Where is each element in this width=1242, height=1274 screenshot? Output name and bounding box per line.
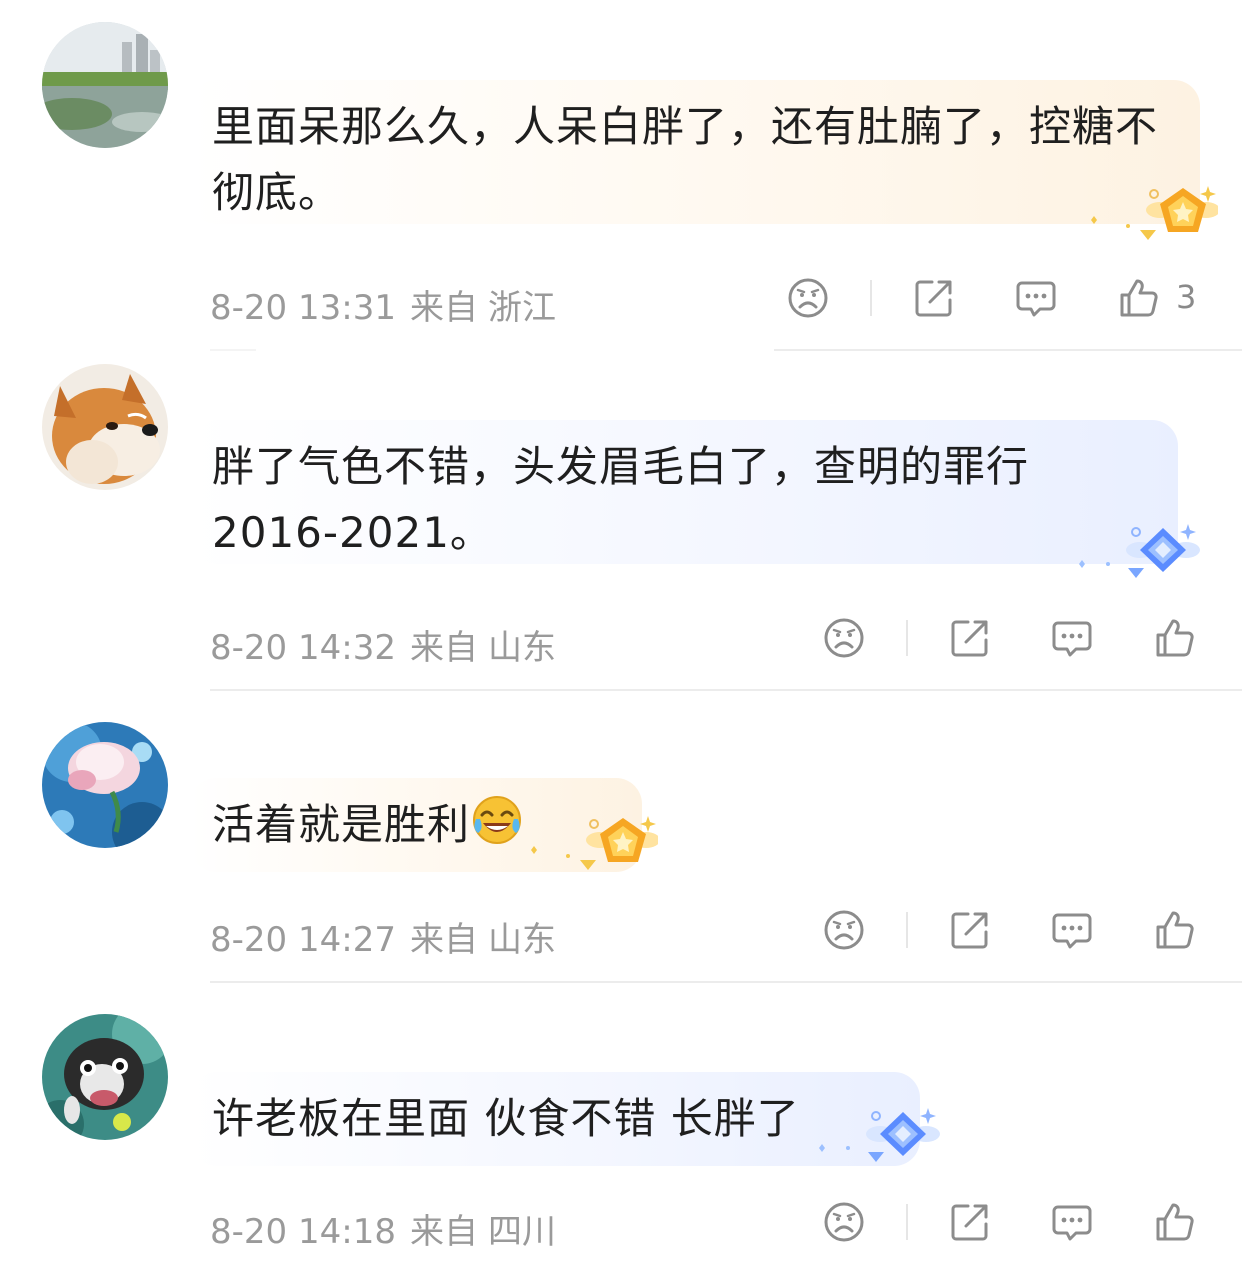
avatar[interactable] bbox=[42, 364, 168, 490]
reply-button[interactable] bbox=[1050, 908, 1094, 952]
reply-button[interactable] bbox=[1050, 1200, 1094, 1244]
share-icon bbox=[951, 620, 988, 657]
like-button[interactable] bbox=[1152, 908, 1196, 952]
like-count: 3 bbox=[1176, 278, 1197, 316]
comment-icon bbox=[1052, 621, 1092, 657]
action-separator bbox=[906, 1204, 908, 1240]
comment-bubble: 胖了气色不错，头发眉毛白了，查明的罪行2016-2021。 bbox=[190, 420, 1178, 564]
comment-item: 里面呆那么久，人呆白胖了，还有肚腩了，控糖不彻底。 8-20 13:31 来自 浙江 bbox=[0, 0, 1242, 352]
avatar[interactable] bbox=[42, 22, 168, 148]
avatar[interactable] bbox=[42, 1014, 168, 1140]
reply-button[interactable] bbox=[1014, 276, 1058, 320]
action-separator bbox=[906, 912, 908, 948]
comment-text: 胖了气色不错，头发眉毛白了，查明的罪行2016-2021。 bbox=[212, 442, 1030, 557]
comment-item: 活着就是胜利 8-20 14:27 来自 山东 bbox=[0, 692, 1242, 984]
dislike-button[interactable] bbox=[822, 908, 866, 952]
blue-diamond-badge-icon bbox=[814, 1104, 944, 1170]
share-button[interactable] bbox=[948, 908, 992, 952]
divider bbox=[210, 689, 1242, 691]
comment-item: 许老板在里面 伙食不错 长胖了 8-20 14:18 来自 四川 bbox=[0, 984, 1242, 1274]
divider bbox=[210, 349, 256, 351]
comment-actions bbox=[0, 1200, 1242, 1248]
comment-actions bbox=[0, 908, 1242, 956]
comment-item: 胖了气色不错，头发眉毛白了，查明的罪行2016-2021。 8-20 14:32… bbox=[0, 352, 1242, 692]
like-button[interactable] bbox=[1152, 1200, 1196, 1244]
divider bbox=[774, 349, 1242, 351]
sad-face-icon bbox=[824, 618, 864, 658]
thumbs-up-icon bbox=[1120, 279, 1158, 317]
share-icon bbox=[951, 912, 988, 949]
share-icon bbox=[951, 1204, 988, 1241]
comment-icon bbox=[1052, 1205, 1092, 1241]
share-icon bbox=[915, 280, 952, 317]
comment-text: 许老板在里面 伙食不错 长胖了 bbox=[212, 1094, 800, 1143]
thumbs-up-icon bbox=[1156, 619, 1194, 657]
thumbs-up-icon bbox=[1156, 911, 1194, 949]
comment-icon bbox=[1016, 281, 1056, 317]
dislike-button[interactable] bbox=[822, 616, 866, 660]
share-button[interactable] bbox=[948, 616, 992, 660]
comment-bubble: 许老板在里面 伙食不错 长胖了 bbox=[190, 1072, 920, 1166]
comment-icon bbox=[1052, 913, 1092, 949]
action-separator bbox=[870, 280, 872, 316]
like-button[interactable] bbox=[1116, 276, 1160, 320]
dislike-button[interactable] bbox=[822, 1200, 866, 1244]
gold-star-badge-icon bbox=[528, 812, 660, 876]
share-button[interactable] bbox=[912, 276, 956, 320]
comment-actions bbox=[0, 616, 1242, 664]
avatar[interactable] bbox=[42, 722, 168, 848]
laughing-crying-emoji-icon bbox=[473, 796, 522, 844]
reply-button[interactable] bbox=[1050, 616, 1094, 660]
comment-actions: 3 bbox=[0, 276, 1242, 324]
sad-face-icon bbox=[824, 1202, 864, 1242]
thumbs-up-icon bbox=[1156, 1203, 1194, 1241]
divider bbox=[210, 981, 1242, 983]
like-button[interactable] bbox=[1152, 616, 1196, 660]
sad-face-icon bbox=[824, 910, 864, 950]
dislike-button[interactable] bbox=[786, 276, 830, 320]
sad-face-icon bbox=[788, 278, 828, 318]
share-button[interactable] bbox=[948, 1200, 992, 1244]
gold-star-badge-icon bbox=[1088, 182, 1220, 246]
action-separator bbox=[906, 620, 908, 656]
blue-diamond-badge-icon bbox=[1074, 520, 1204, 586]
comment-bubble: 里面呆那么久，人呆白胖了，还有肚腩了，控糖不彻底。 bbox=[190, 80, 1200, 224]
comment-text: 里面呆那么久，人呆白胖了，还有肚腩了，控糖不彻底。 bbox=[212, 102, 1159, 217]
